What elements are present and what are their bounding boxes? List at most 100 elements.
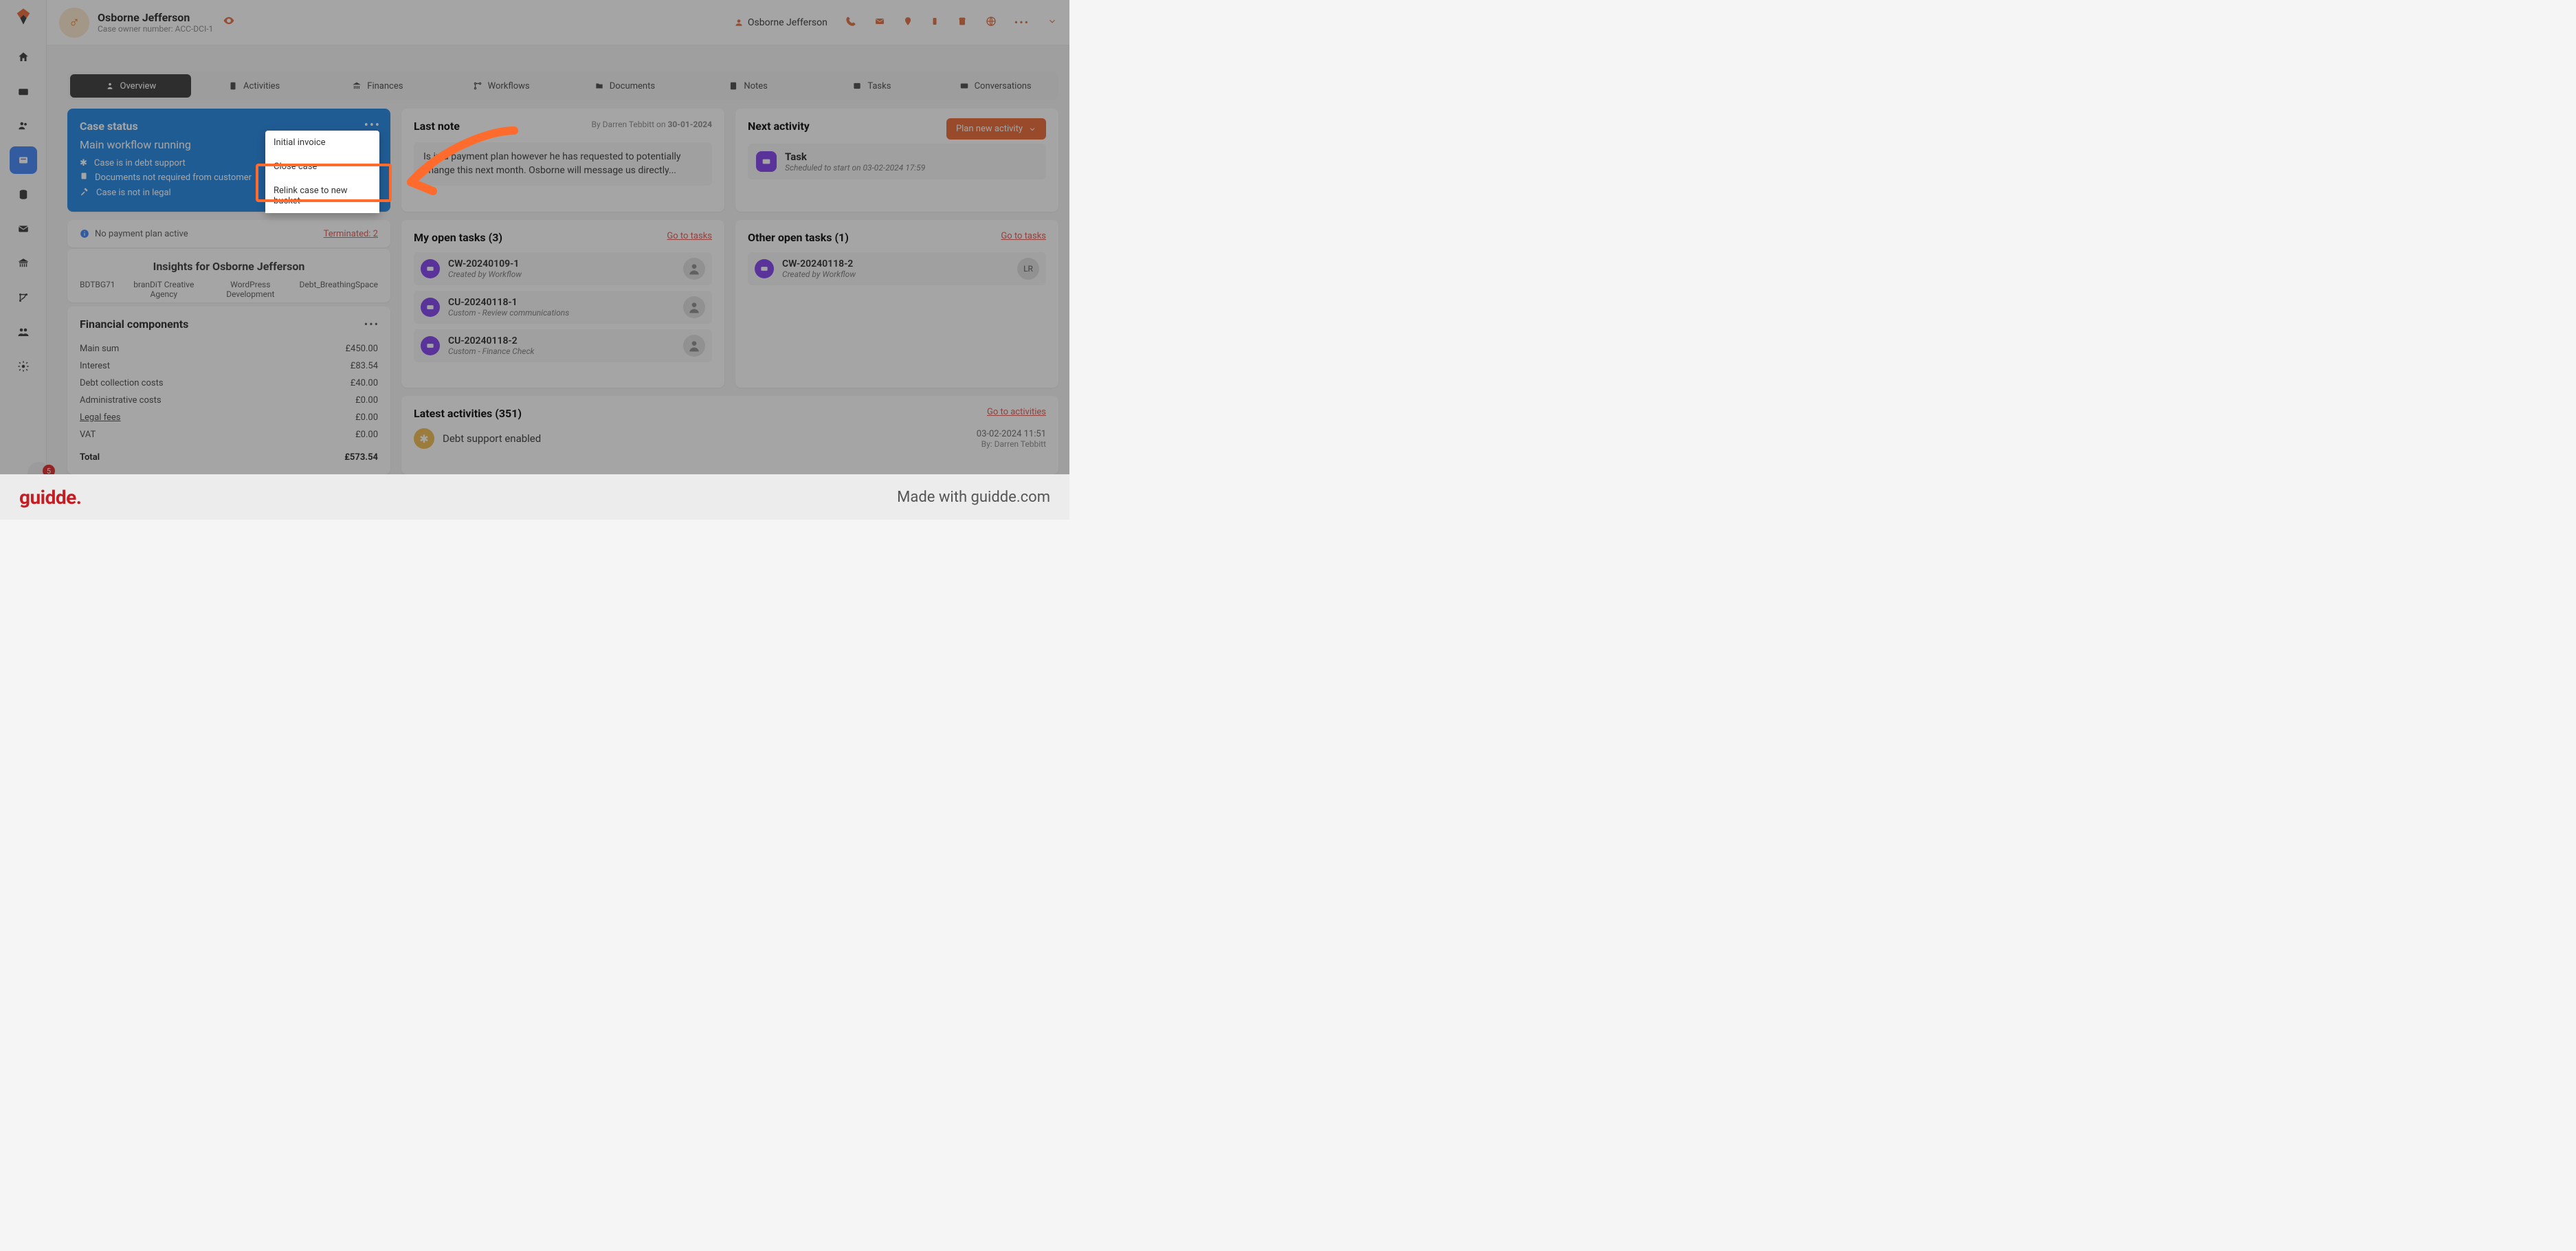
financial-title: Financial components [80,318,378,331]
plan-activity-button[interactable]: Plan new activity [946,118,1046,140]
task-sub: Custom - Review communications [448,308,569,318]
tab-label: Finances [367,81,403,91]
activity-name: Debt support enabled [443,432,541,445]
fin-label: VAT [80,430,96,440]
task-item[interactable]: CW-20240118-2Created by Workflow LR [748,252,1046,285]
task-item[interactable]: CU-20240118-1Custom - Review communicati… [414,291,712,324]
my-tasks-card: My open tasks (3) Go to tasks CW-2024010… [401,220,724,388]
next-activity-item[interactable]: Task Scheduled to start on 03-02-2024 17… [748,144,1046,179]
task-sub: Created by Workflow [782,269,856,279]
task-sub: Created by Workflow [448,269,522,279]
nav-bank-icon[interactable] [10,250,37,277]
payment-plan-text: No payment plan active [95,229,188,239]
case-owner-name: Osborne Jefferson [98,11,213,24]
activity-name: Task [785,151,925,163]
tab-activities[interactable]: Activities [194,74,315,98]
fin-val: £0.00 [355,395,378,406]
activity-sub: Scheduled to start on 03-02-2024 17:59 [785,163,925,173]
nav-home-icon[interactable] [10,43,37,71]
tag[interactable]: Debt_BreathingSpace [300,280,379,299]
goto-activities-link[interactable]: Go to activities [987,407,1046,417]
nav-wallet-icon[interactable] [10,78,37,105]
tab-workflows[interactable]: Workflows [441,74,562,98]
last-note-text: Is in a payment plan however he has requ… [414,142,712,186]
assignee-avatar [683,258,705,280]
location-icon[interactable] [903,16,913,30]
case-owner-number: Case owner number: ACC-DCI-1 [98,24,213,34]
android-icon[interactable] [957,16,968,30]
tag[interactable]: WordPress Development [212,280,288,299]
tag[interactable]: BDTBG71 [80,280,115,299]
goto-tasks-link[interactable]: Go to tasks [667,231,712,241]
mail-icon[interactable] [874,16,885,30]
latest-activities-card: Latest activities (351) Go to activities… [401,396,1058,474]
last-note-card: Last note By Darren Tebbitt on 30-01-202… [401,109,724,212]
goto-tasks-link[interactable]: Go to tasks [1001,231,1046,241]
payment-plan-banner: No payment plan active Terminated: 2 [67,220,390,247]
nav-branch-icon[interactable] [10,284,37,311]
fin-label: Main sum [80,344,119,354]
tabs: Overview Activities Finances Workflows D… [67,71,1058,100]
guidde-footer: guidde. Made with guidde.com [0,474,1069,520]
insights-title: Insights for Osborne Jefferson [80,260,378,273]
made-with: Made with guidde.com [897,489,1050,506]
asterisk-icon: ✱ [80,158,87,168]
financial-menu-icon[interactable]: ••• [364,318,379,331]
tab-notes[interactable]: Notes [688,74,809,98]
phone-icon[interactable] [845,16,856,30]
task-sub: Custom - Finance Check [448,346,534,356]
fin-val: £83.54 [351,361,378,371]
tab-finances[interactable]: Finances [318,74,438,98]
gavel-icon [80,186,89,199]
chevron-down-icon [1028,125,1036,133]
nav-case-icon[interactable] [10,146,37,174]
ticket-icon [755,259,774,278]
fin-label: Interest [80,361,110,371]
tab-tasks[interactable]: Tasks [812,74,933,98]
fin-label-legal[interactable]: Legal fees [80,412,121,423]
nav-mail-icon[interactable] [10,215,37,243]
insights-tags: BDTBG71 branDiT Creative Agency WordPres… [80,280,378,299]
nav-people-icon[interactable] [10,112,37,140]
nav-database-icon[interactable] [10,181,37,208]
tab-label: Overview [120,81,157,91]
activity-row[interactable]: ✱ Debt support enabled 03-02-2024 11:51 … [414,428,1046,449]
task-name: CW-20240109-1 [448,258,522,269]
fin-val: £40.00 [351,378,378,388]
case-owner-avatar: ♂ [59,8,89,38]
tab-documents[interactable]: Documents [564,74,685,98]
task-item[interactable]: CU-20240118-2Custom - Finance Check [414,329,712,362]
ticket-icon [421,259,440,278]
task-item[interactable]: CW-20240109-1Created by Workflow [414,252,712,285]
task-name: CW-20240118-2 [782,258,856,269]
dropdown-relink-case[interactable]: Relink case to new bucket [265,179,379,213]
tab-conversations[interactable]: Conversations [935,74,1056,98]
last-note-byline: By Darren Tebbitt on 30-01-2024 [592,120,712,129]
tab-label: Workflows [488,81,530,91]
dropdown-initial-invoice[interactable]: Initial invoice [265,131,379,155]
fin-val: £0.00 [355,412,378,423]
chevron-down-icon[interactable] [1047,16,1057,29]
assignee-avatar: LR [1017,258,1039,280]
tab-label: Activities [243,81,280,91]
document-icon [80,171,88,184]
terminated-link[interactable]: Terminated: 2 [324,229,378,239]
financial-card: Financial components ••• Main sum£450.00… [67,307,390,474]
tab-label: Tasks [867,81,891,91]
app-logo-icon [14,7,33,26]
fin-label: Debt collection costs [80,378,164,388]
globe-icon[interactable] [986,16,997,30]
mobile-icon[interactable] [931,16,939,30]
guidde-logo: guidde. [19,486,81,509]
dropdown-close-case[interactable]: Close case [265,155,379,179]
nav-settings-icon[interactable] [10,353,37,380]
tag[interactable]: branDiT Creative Agency [126,280,202,299]
tab-overview[interactable]: Overview [70,74,191,98]
ticket-icon [421,336,440,355]
tab-label: Documents [610,81,655,91]
header-user[interactable]: Osborne Jefferson [734,17,828,28]
more-icon[interactable]: ••• [1014,16,1030,29]
visibility-icon[interactable] [223,14,235,30]
task-name: CU-20240118-2 [448,335,534,346]
nav-team-icon[interactable] [10,318,37,346]
